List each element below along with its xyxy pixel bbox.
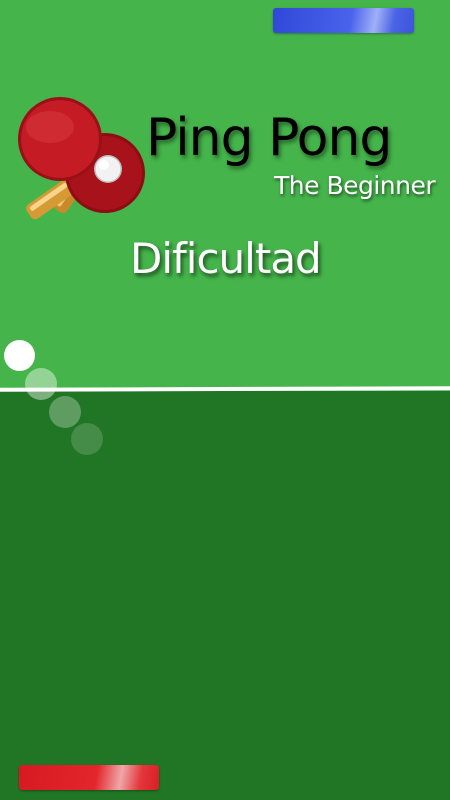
- game-title: Ping Pong: [146, 108, 392, 168]
- player-paddle[interactable]: [19, 765, 159, 790]
- ball: [4, 340, 35, 371]
- ball-trail-3: [71, 423, 103, 455]
- table-bottom-half: [0, 391, 450, 800]
- opponent-paddle: [273, 8, 414, 33]
- difficulty-button[interactable]: Dificultad: [130, 234, 322, 283]
- ball-trail-1: [25, 368, 57, 400]
- ping-pong-paddles-icon: [18, 97, 145, 220]
- game-subtitle: The Beginner: [274, 171, 436, 200]
- ball-trail-2: [49, 396, 81, 428]
